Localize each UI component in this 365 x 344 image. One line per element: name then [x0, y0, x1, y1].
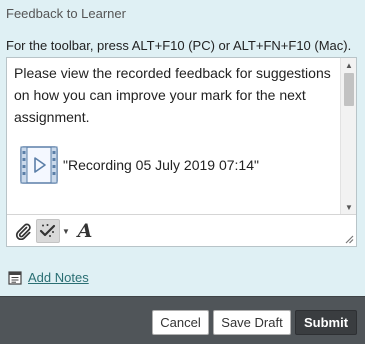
feedback-text: Please view the recorded feedback for su…	[14, 65, 331, 125]
scroll-thumb[interactable]	[344, 73, 354, 106]
chevron-down-icon[interactable]: ▼	[61, 219, 71, 243]
scroll-up-icon[interactable]: ▲	[341, 58, 357, 72]
editor-scrollbar[interactable]: ▲ ▼	[340, 58, 356, 214]
resize-grip-icon[interactable]	[344, 234, 354, 244]
footer-bar: Cancel Save Draft Submit	[0, 296, 365, 344]
magic-wand-button[interactable]	[36, 219, 60, 243]
recording-attachment[interactable]: "Recording 05 July 2019 07:14"	[19, 145, 335, 185]
attach-button[interactable]	[11, 219, 35, 243]
add-notes-link[interactable]: Add Notes	[28, 270, 89, 285]
paperclip-icon	[15, 223, 31, 240]
editor-toolbar: ▼ A	[7, 214, 356, 246]
magic-wand-icon	[39, 224, 56, 237]
video-file-icon	[20, 146, 58, 184]
recording-label[interactable]: "Recording 05 July 2019 07:14"	[63, 154, 259, 176]
toolbar-hint: For the toolbar, press ALT+F10 (PC) or A…	[6, 38, 352, 53]
editor-content[interactable]: Please view the recorded feedback for su…	[7, 58, 342, 214]
section-title: Feedback to Learner	[6, 6, 126, 21]
scroll-down-icon[interactable]: ▼	[341, 200, 357, 214]
submit-button[interactable]: Submit	[295, 310, 357, 335]
add-notes-icon	[8, 270, 22, 285]
font-style-icon[interactable]: A	[73, 219, 97, 243]
cancel-button[interactable]: Cancel	[152, 310, 209, 335]
save-draft-button[interactable]: Save Draft	[213, 310, 291, 335]
add-notes[interactable]: Add Notes	[8, 270, 89, 285]
feedback-editor[interactable]: Please view the recorded feedback for su…	[6, 57, 357, 247]
